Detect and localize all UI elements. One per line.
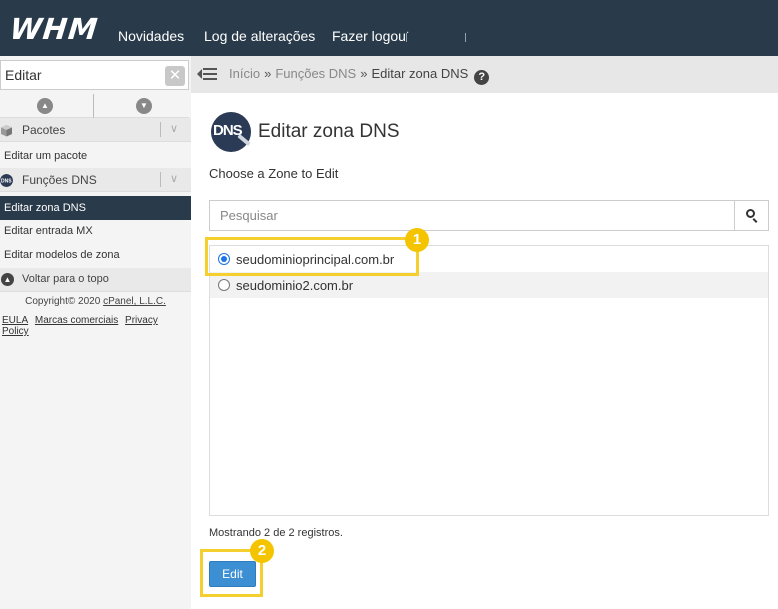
sidebar-item-editar-pacote[interactable]: Editar um pacote xyxy=(0,144,191,168)
dns-icon: DNS xyxy=(0,174,13,187)
expand-all-icon[interactable]: ▼ xyxy=(136,98,152,114)
zone-search-input[interactable] xyxy=(210,201,732,230)
help-icon[interactable]: ? xyxy=(474,70,490,85)
back-to-top-label: Voltar para o topo xyxy=(22,273,109,285)
sidebar: ✕ ▲ ▼ Pacotes ∨ Editar um pacote DNS Fun… xyxy=(0,56,191,609)
cpanel-link[interactable]: cPanel, L.L.C. xyxy=(103,296,166,307)
collapse-controls: ▲ ▼ xyxy=(0,94,189,118)
sidebar-item-editar-entrada-mx[interactable]: Editar entrada MX xyxy=(0,219,191,243)
breadcrumb-funcoes-dns[interactable]: Funções DNS xyxy=(275,66,356,81)
records-count: Mostrando 2 de 2 registros. xyxy=(209,527,343,539)
pen-icon xyxy=(237,133,251,147)
sidebar-search: ✕ xyxy=(0,60,189,90)
svg-text:DNS: DNS xyxy=(1,179,12,185)
sidebar-item-editar-modelos-zona[interactable]: Editar modelos de zona xyxy=(0,243,191,267)
back-to-top[interactable]: ▲ Voltar para o topo xyxy=(0,268,191,292)
breadcrumb: Início» Funções DNS» Editar zona DNS? xyxy=(229,66,490,85)
chevron-down-icon[interactable]: ∨ xyxy=(170,172,178,185)
nav-logout[interactable]: Fazer logout xyxy=(332,28,410,44)
package-icon xyxy=(1,125,12,137)
footer-links: EULA Marcas comerciais Privacy Policy xyxy=(2,315,191,337)
arrow-up-icon: ▲ xyxy=(1,273,14,286)
zone-label: seudominio2.com.br xyxy=(236,278,354,293)
breadcrumb-inicio[interactable]: Início xyxy=(229,66,260,81)
eula-link[interactable]: EULA xyxy=(2,315,28,326)
whm-logo[interactable]: WHM xyxy=(8,12,100,46)
sidebar-category-funcoes-dns[interactable]: DNS Funções DNS ∨ xyxy=(0,168,191,192)
annotation-highlight-1 xyxy=(205,237,419,276)
sidebar-search-input[interactable] xyxy=(1,61,161,89)
sidebar-category-label: Pacotes xyxy=(22,123,66,137)
page-title: Editar zona DNS xyxy=(258,121,400,142)
breadcrumb-bar: Início» Funções DNS» Editar zona DNS? xyxy=(191,56,778,93)
collapse-divider xyxy=(93,94,94,118)
page-subtitle: Choose a Zone to Edit xyxy=(209,166,339,181)
search-button[interactable] xyxy=(734,201,768,230)
dns-zone-icon: DNS xyxy=(211,112,251,152)
sidebar-category-label: Funções DNS xyxy=(22,173,97,187)
nav-changelog[interactable]: Log de alterações xyxy=(204,28,315,44)
nav-novidades[interactable]: Novidades xyxy=(118,28,184,44)
annotation-badge-2: 2 xyxy=(250,539,274,563)
copyright: Copyright© 2020 cPanel, L.L.C. xyxy=(0,296,191,307)
category-separator xyxy=(160,122,161,137)
zone-radio-seudominio2[interactable] xyxy=(218,279,230,291)
top-bar: WHM Novidades Log de alterações Fazer lo… xyxy=(0,0,778,56)
trademarks-link[interactable]: Marcas comerciais xyxy=(35,315,118,326)
sidebar-toggle-icon[interactable] xyxy=(197,66,217,82)
chevron-down-icon[interactable]: ∨ xyxy=(170,122,178,135)
collapse-all-icon[interactable]: ▲ xyxy=(37,98,53,114)
zone-list: seudominioprincipal.com.br seudominio2.c… xyxy=(209,245,769,516)
zone-search xyxy=(209,200,769,231)
clear-search-icon[interactable]: ✕ xyxy=(165,66,185,86)
search-icon xyxy=(746,209,755,218)
breadcrumb-separator: » xyxy=(264,66,272,81)
copyright-text: Copyright© 2020 xyxy=(25,296,101,307)
breadcrumb-current: Editar zona DNS xyxy=(371,66,469,81)
sidebar-category-pacotes[interactable]: Pacotes ∨ xyxy=(0,118,191,142)
annotation-badge-1: 1 xyxy=(405,228,429,252)
redacted-username xyxy=(406,33,466,42)
sidebar-item-editar-zona-dns[interactable]: Editar zona DNS xyxy=(0,196,191,220)
breadcrumb-separator: » xyxy=(360,66,368,81)
category-separator xyxy=(160,172,161,187)
